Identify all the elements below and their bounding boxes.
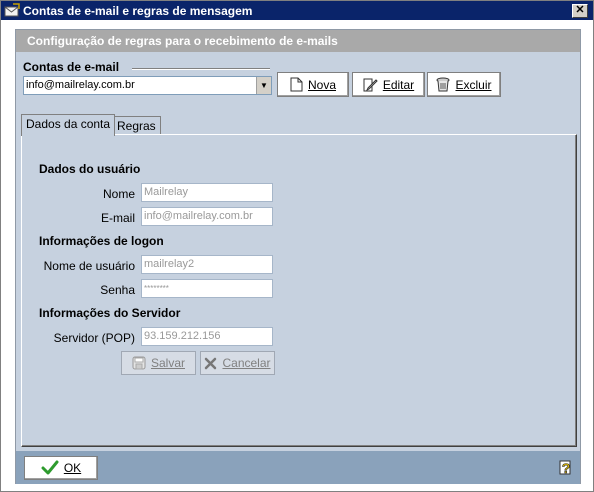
logon-info-heading: Informações de logon [39, 234, 164, 248]
save-button-label: Salvar [150, 356, 185, 370]
new-account-button[interactable]: Nova [277, 72, 349, 97]
account-data-panel: Dados do usuário Nome Mailrelay E-mail i… [21, 134, 577, 447]
checkmark-icon [41, 460, 59, 475]
name-label: Nome [102, 187, 135, 201]
trash-icon [436, 77, 450, 92]
account-dropdown[interactable]: info@mailrelay.com.br ▼ [23, 76, 272, 95]
account-dropdown-value: info@mailrelay.com.br [26, 79, 135, 91]
tab-regras[interactable]: Regras [112, 116, 161, 136]
tab-dados-da-conta-label: Dados da conta [26, 117, 111, 131]
window-title: Contas de e-mail e regras de mensagem [23, 3, 253, 18]
new-account-label: Nova [307, 77, 336, 92]
password-field[interactable]: ******** [141, 279, 273, 298]
section-header: Configuração de regras para o recebiment… [16, 30, 580, 52]
username-label: Nome de usuário [43, 259, 135, 273]
name-field[interactable]: Mailrelay [141, 183, 273, 202]
edit-icon [363, 78, 378, 92]
tab-dados-da-conta[interactable]: Dados da conta [21, 114, 116, 136]
email-field[interactable]: info@mailrelay.com.br [141, 207, 273, 226]
accounts-label: Contas de e-mail [23, 60, 120, 74]
envelope-app-icon [4, 2, 20, 16]
tab-regras-label: Regras [117, 119, 156, 133]
password-label: Senha [100, 283, 135, 297]
username-field[interactable]: mailrelay2 [141, 255, 273, 274]
title-bar[interactable]: Contas de e-mail e regras de mensagem ✕ [1, 1, 593, 20]
email-label: E-mail [100, 211, 135, 225]
svg-text:?: ? [562, 460, 571, 476]
accounts-divider [132, 68, 270, 70]
server-label: Servidor (POP) [53, 331, 135, 345]
dialog-footer: OK ? [16, 451, 580, 484]
server-field[interactable]: 93.159.212.156 [141, 327, 273, 346]
delete-account-label: Excluir [455, 77, 492, 92]
cancel-button[interactable]: Cancelar [200, 351, 275, 375]
dialog-body: Configuração de regras para o recebiment… [15, 29, 581, 484]
dialog-window: Contas de e-mail e regras de mensagem ✕ … [0, 0, 594, 492]
user-data-heading: Dados do usuário [39, 162, 141, 176]
server-info-heading: Informações do Servidor [39, 306, 181, 320]
ok-button[interactable]: OK [24, 456, 98, 480]
save-button[interactable]: Salvar [121, 351, 196, 375]
ok-button-label: OK [63, 461, 82, 475]
cancel-button-label: Cancelar [222, 356, 271, 370]
delete-account-button[interactable]: Excluir [427, 72, 501, 97]
help-icon[interactable]: ? [557, 459, 575, 477]
edit-account-button[interactable]: Editar [352, 72, 425, 97]
close-button[interactable]: ✕ [572, 3, 588, 18]
x-icon [205, 357, 217, 369]
edit-account-label: Editar [382, 77, 415, 92]
chevron-down-icon[interactable]: ▼ [256, 77, 271, 94]
disk-icon [132, 356, 146, 370]
document-icon [290, 77, 303, 92]
